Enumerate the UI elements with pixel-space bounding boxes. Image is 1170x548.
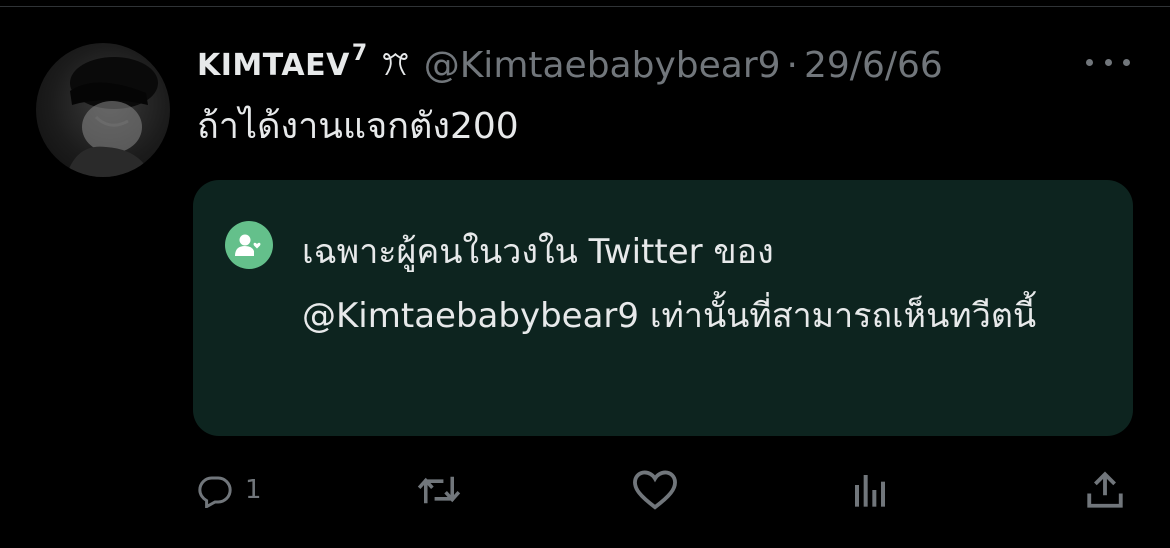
- reply-icon: [198, 476, 232, 508]
- views-button[interactable]: [850, 462, 890, 518]
- action-bar: 1: [0, 462, 1170, 518]
- circle-people-icon: [225, 221, 273, 269]
- like-button[interactable]: [632, 462, 678, 518]
- display-name[interactable]: KIMTAEV: [197, 48, 350, 83]
- user-handle[interactable]: @Kimtaebabybear9: [424, 45, 781, 86]
- share-icon: [1087, 471, 1123, 508]
- circle-notice-text: เฉพาะผู้คนในวงใน Twitter ของ @Kimtaebaby…: [302, 232, 1037, 336]
- profile-photo: [66, 57, 158, 177]
- tweet-header: KIMTAEV 7 ꔫ @Kimtaebabybear9 · 29/6/66: [197, 40, 943, 90]
- header-separator: ·: [786, 44, 798, 86]
- reply-count: 1: [245, 475, 262, 505]
- retweet-icon: [417, 476, 461, 504]
- circle-notice: เฉพาะผู้คนในวงใน Twitter ของ @Kimtaebaby…: [193, 180, 1133, 436]
- views-icon: [855, 475, 885, 507]
- display-name-superscript: 7: [351, 40, 368, 66]
- tweet-text: ถ้าได้งานแจกตัง200: [197, 106, 519, 147]
- top-divider: [0, 6, 1170, 7]
- heart-icon: [633, 470, 677, 510]
- reply-button[interactable]: 1: [197, 462, 262, 518]
- avatar[interactable]: [36, 43, 170, 177]
- retweet-button[interactable]: [414, 462, 464, 518]
- more-horizontal-icon[interactable]: [1086, 52, 1130, 72]
- display-name-emoji: ꔫ: [381, 47, 410, 83]
- share-button[interactable]: [1084, 462, 1126, 518]
- tweet-date[interactable]: 29/6/66: [804, 45, 943, 86]
